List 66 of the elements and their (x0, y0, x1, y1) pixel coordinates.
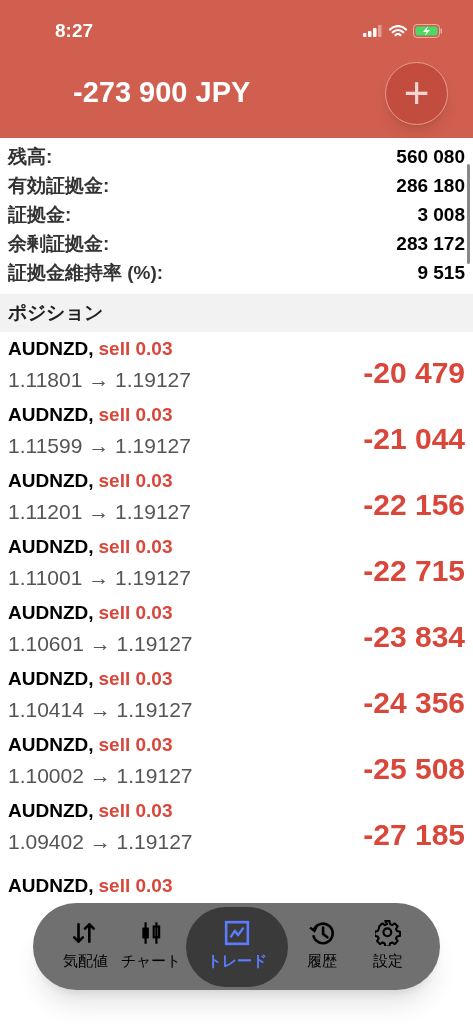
symbol-text: AUDNZD, (8, 403, 94, 427)
symbol-text: AUDNZD, (8, 667, 94, 691)
summary-label: 残高: (8, 145, 53, 170)
summary-label: 有効証拠金: (8, 174, 110, 199)
tab[interactable]: 履歴 (289, 906, 354, 987)
order-text: sell 0.03 (98, 337, 173, 361)
price-text: 1.11001 → 1.19127 (8, 564, 191, 591)
tab[interactable]: チャート (119, 906, 184, 987)
symbol-text: AUDNZD, (8, 601, 94, 625)
section-title: ポジション (8, 300, 103, 325)
wifi-icon (389, 24, 407, 38)
summary-label: 証拠金: (8, 203, 72, 228)
price-text: 1.10601 → 1.19127 (8, 630, 193, 657)
order-text: sell 0.03 (98, 799, 173, 823)
profit-value: -23 834 (363, 618, 465, 655)
profit-value: -27 185 (363, 816, 465, 853)
battery-icon (413, 24, 443, 38)
balance-text: -273 900 JPY (73, 75, 251, 111)
status-time: 8:27 (55, 18, 94, 43)
summary-value: 286 180 (396, 174, 465, 199)
symbol-text: AUDNZD, (8, 337, 94, 361)
history-icon (308, 920, 335, 947)
price-text: 1.09402 → 1.19127 (8, 828, 193, 855)
price-text: 1.11599 → 1.19127 (8, 432, 191, 459)
position-row[interactable]: AUDNZD, sell 0.03 1.09402 → 1.19127 -27 185 (0, 794, 473, 860)
summary-value: 560 080 (396, 145, 465, 170)
profit-value: -20 479 (363, 354, 465, 391)
position-row[interactable]: AUDNZD, sell 0.03 1.11001 → 1.19127 -22 715 (0, 530, 473, 596)
signal-icon (363, 25, 383, 37)
line-chart-icon (223, 920, 250, 947)
order-text: sell 0.03 (98, 874, 173, 898)
order-text: sell 0.03 (98, 469, 173, 493)
summary-label: 証拠金維持率 (%): (8, 261, 164, 286)
summary-value: 9 515 (417, 261, 465, 286)
price-text: 1.11801 → 1.19127 (8, 366, 191, 393)
symbol-text: AUDNZD, (8, 535, 94, 559)
profit-value: -22 715 (363, 552, 465, 589)
symbol-text: AUDNZD, (8, 799, 94, 823)
order-text: sell 0.03 (98, 733, 173, 757)
position-row[interactable]: AUDNZD, sell 0.03 1.11599 → 1.19127 -21 044 (0, 398, 473, 464)
summary-value: 283 172 (396, 232, 465, 257)
order-text: sell 0.03 (98, 667, 173, 691)
profit-value: -21 044 (363, 420, 465, 457)
order-text: sell 0.03 (98, 601, 173, 625)
summary-label: 余剰証拠金: (8, 232, 110, 257)
tab[interactable]: 設定 (356, 906, 420, 987)
symbol-text: AUDNZD, (8, 733, 94, 757)
profit-value: -25 508 (363, 750, 465, 787)
symbol-text: AUDNZD, (8, 469, 94, 493)
position-row[interactable]: AUDNZD, sell 0.03 1.10002 → 1.19127 -25 508 (0, 728, 473, 794)
position-row[interactable]: AUDNZD, sell 0.03 1.10601 → 1.19127 -23 834 (0, 596, 473, 662)
price-text: 1.10002 → 1.19127 (8, 762, 193, 789)
tab[interactable]: 気配値 (53, 906, 117, 987)
order-text: sell 0.03 (98, 403, 173, 427)
order-text: sell 0.03 (98, 535, 173, 559)
position-row[interactable]: AUDNZD, sell 0.03 1.11801 → 1.19127 -20 479 (0, 332, 473, 398)
profit-value: -22 156 (363, 486, 465, 523)
price-text: 1.11201 → 1.19127 (8, 498, 191, 525)
settings-icon (375, 920, 401, 947)
price-text: 1.10414 → 1.19127 (8, 696, 193, 723)
profit-value: -24 356 (363, 684, 465, 721)
position-row[interactable]: AUDNZD, sell 0.03 1.11201 → 1.19127 -22 156 (0, 464, 473, 530)
position-row[interactable]: AUDNZD, sell 0.03 1.10414 → 1.19127 -24 356 (0, 662, 473, 728)
position-row[interactable]: AUDNZD, sell 0.03 (0, 860, 473, 901)
summary-value: 3 008 (417, 203, 465, 228)
symbol-text: AUDNZD, (8, 874, 94, 898)
